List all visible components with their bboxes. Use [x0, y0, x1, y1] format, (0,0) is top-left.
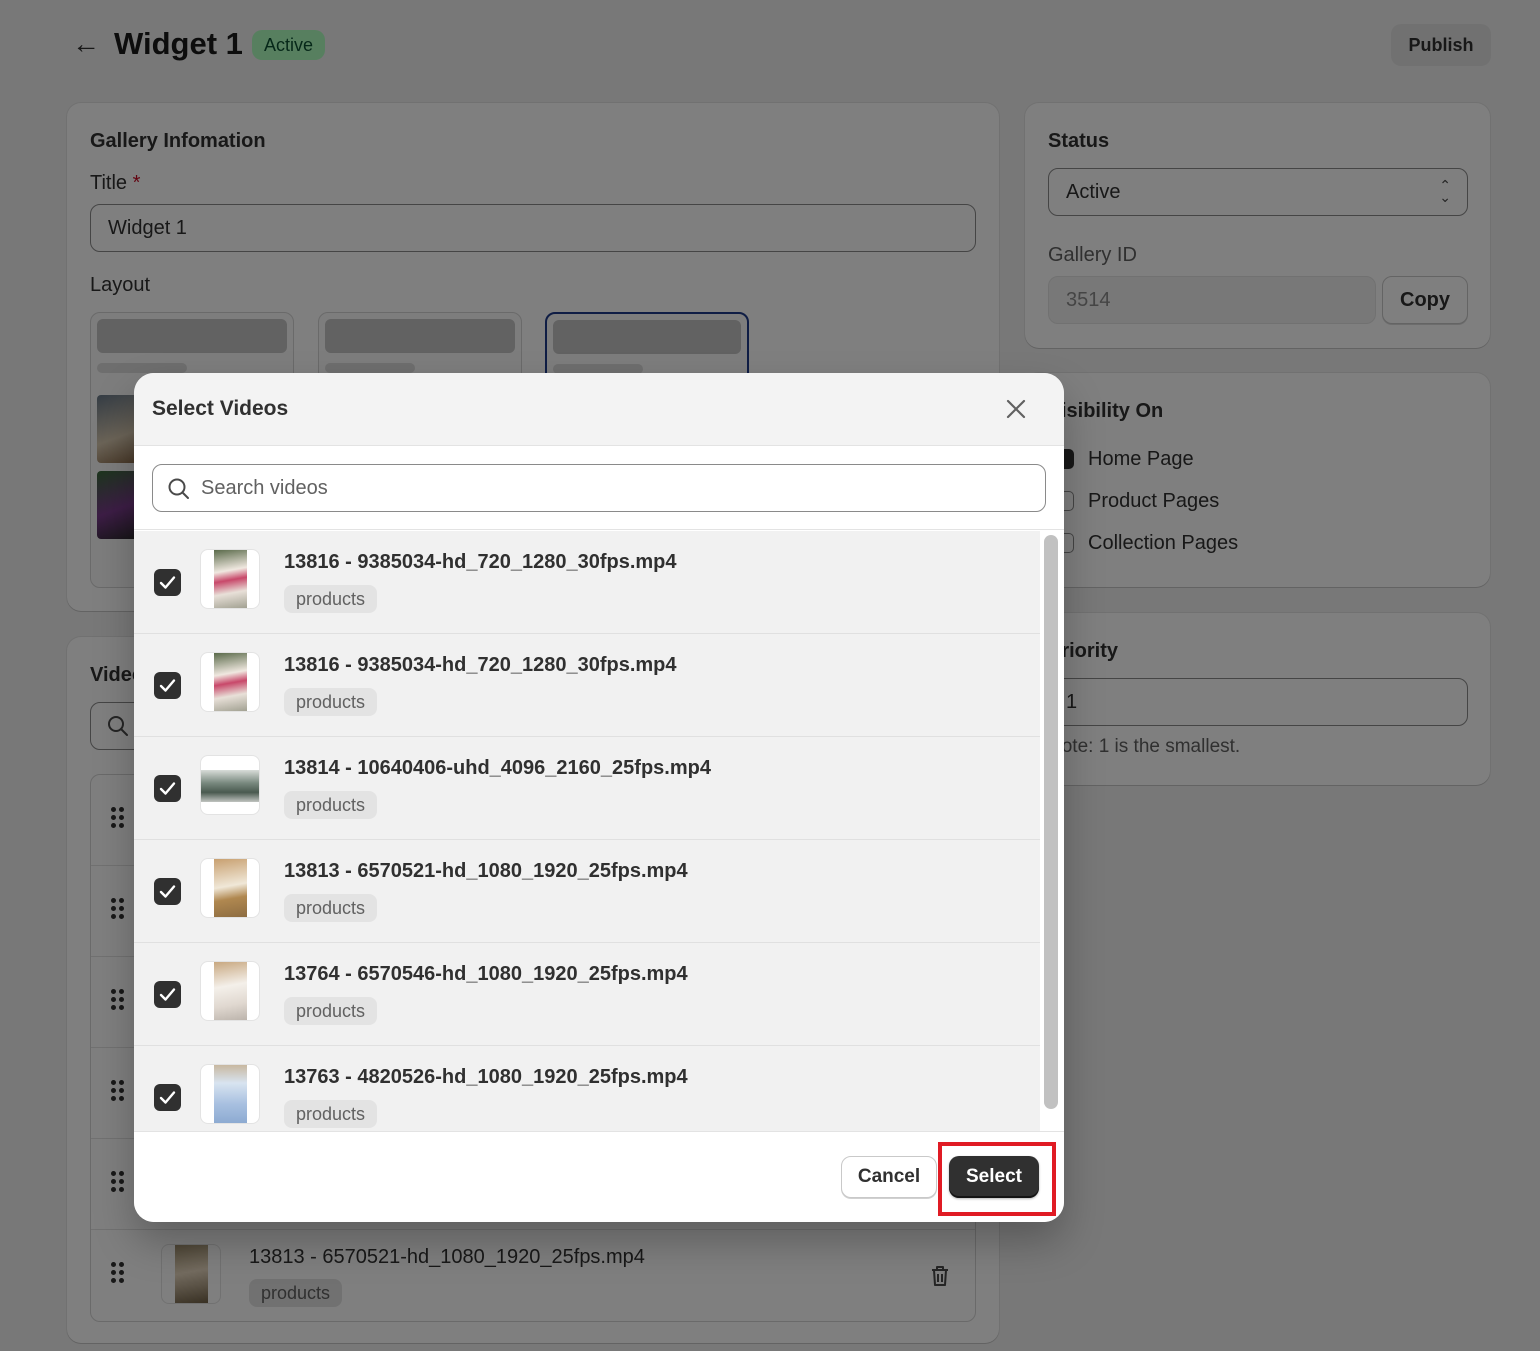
video-thumbnail [200, 1064, 260, 1124]
video-thumbnail [200, 652, 260, 712]
cancel-button[interactable]: Cancel [841, 1156, 937, 1198]
video-name: 13763 - 4820526-hd_1080_1920_25fps.mp4 [284, 1066, 688, 1088]
video-list-item[interactable]: 13816 - 9385034-hd_720_1280_30fps.mp4 pr… [134, 531, 1040, 634]
video-checkbox[interactable] [154, 775, 181, 802]
video-checkbox[interactable] [154, 878, 181, 905]
video-name: 13814 - 10640406-uhd_4096_2160_25fps.mp4 [284, 757, 711, 779]
video-tag: products [284, 791, 378, 819]
video-list-item[interactable]: 13764 - 6570546-hd_1080_1920_25fps.mp4 p… [134, 943, 1040, 1046]
video-thumbnail [200, 858, 260, 918]
video-thumbnail [200, 961, 260, 1021]
video-checkbox[interactable] [154, 1084, 181, 1111]
modal-title: Select Videos [152, 397, 289, 420]
modal-search-field [152, 464, 1046, 512]
select-videos-modal: Select Videos 13816 - 9385034-hd_720_128… [134, 373, 1064, 1222]
video-select-list: 13816 - 9385034-hd_720_1280_30fps.mp4 pr… [134, 531, 1040, 1131]
scrollbar-thumb[interactable] [1044, 535, 1058, 1109]
video-tag: products [284, 688, 378, 716]
video-tag: products [284, 894, 378, 922]
search-icon [168, 478, 189, 499]
video-checkbox[interactable] [154, 672, 181, 699]
video-list-item[interactable]: 13814 - 10640406-uhd_4096_2160_25fps.mp4… [134, 737, 1040, 840]
video-tag: products [284, 1100, 378, 1128]
checkmark-icon [159, 988, 176, 1001]
checkmark-icon [159, 1091, 176, 1104]
video-checkbox[interactable] [154, 981, 181, 1008]
video-thumbnail [200, 549, 260, 609]
video-tag: products [284, 997, 378, 1025]
scrollbar[interactable] [1040, 531, 1064, 1131]
modal-search-section [134, 446, 1064, 530]
video-list-item[interactable]: 13816 - 9385034-hd_720_1280_30fps.mp4 pr… [134, 634, 1040, 737]
video-name: 13816 - 9385034-hd_720_1280_30fps.mp4 [284, 551, 677, 573]
video-thumbnail [200, 755, 260, 815]
modal-header: Select Videos [134, 373, 1064, 446]
video-list-item[interactable]: 13763 - 4820526-hd_1080_1920_25fps.mp4 p… [134, 1046, 1040, 1131]
checkmark-icon [159, 576, 176, 589]
checkmark-icon [159, 885, 176, 898]
modal-footer: Cancel Select [134, 1131, 1064, 1222]
checkmark-icon [159, 679, 176, 692]
video-name: 13816 - 9385034-hd_720_1280_30fps.mp4 [284, 654, 677, 676]
video-name: 13764 - 6570546-hd_1080_1920_25fps.mp4 [284, 963, 688, 985]
video-list-item[interactable]: 13813 - 6570521-hd_1080_1920_25fps.mp4 p… [134, 840, 1040, 943]
video-tag: products [284, 585, 378, 613]
checkmark-icon [159, 782, 176, 795]
search-videos-input[interactable] [201, 465, 1021, 511]
select-button-highlight [938, 1142, 1056, 1216]
video-checkbox[interactable] [154, 569, 181, 596]
video-name: 13813 - 6570521-hd_1080_1920_25fps.mp4 [284, 860, 688, 882]
close-icon[interactable] [1000, 393, 1032, 425]
